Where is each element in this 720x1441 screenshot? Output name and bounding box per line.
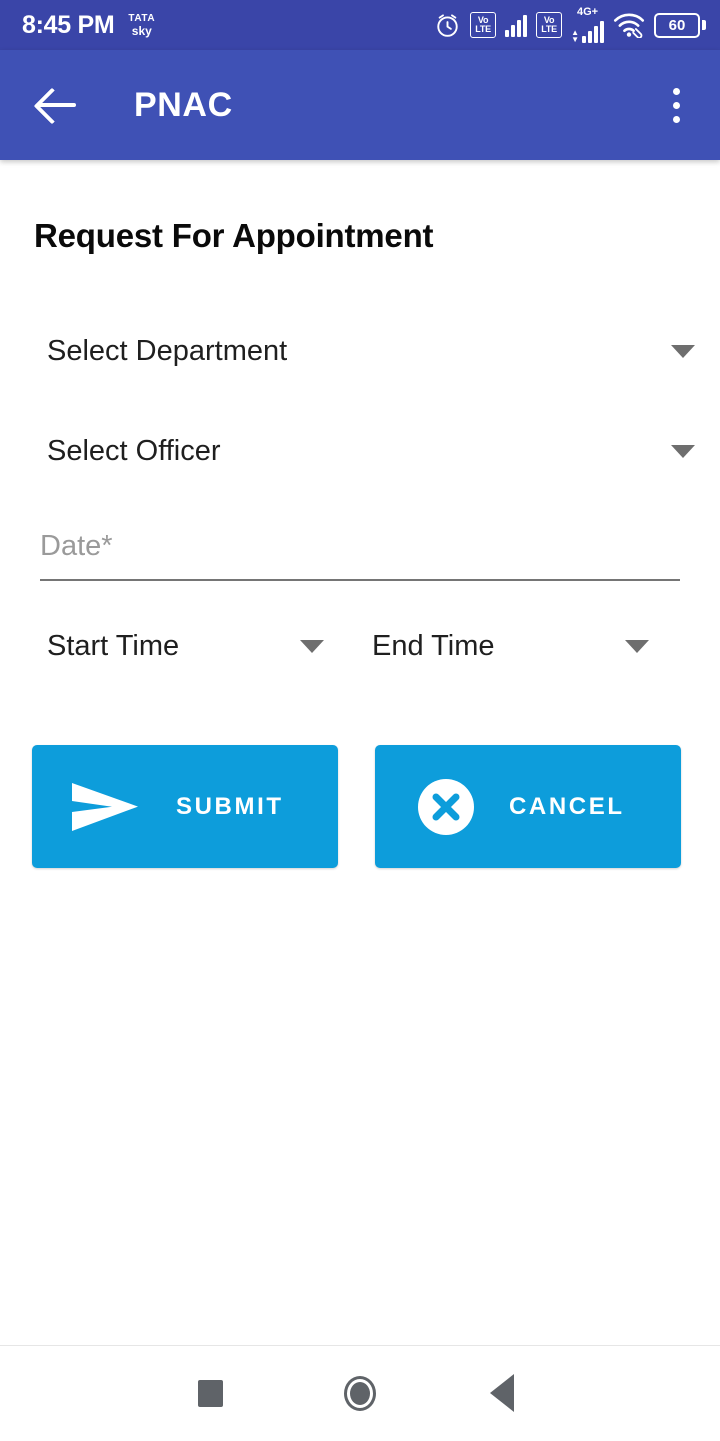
carrier-logo: TATA sky — [128, 12, 156, 38]
end-time-label: End Time — [372, 630, 495, 662]
select-department-label: Select Department — [47, 335, 288, 367]
chevron-down-icon — [671, 445, 695, 458]
battery-level-label: 60 — [654, 12, 700, 38]
recents-square-icon — [197, 1379, 223, 1407]
select-officer-spinner[interactable]: Select Officer — [47, 435, 695, 468]
field-row-date: Date* — [0, 530, 720, 581]
date-input-placeholder: Date* — [40, 530, 113, 562]
alarm-clock-icon — [434, 12, 461, 39]
start-time-spinner[interactable]: Start Time — [47, 630, 324, 663]
page-title: Request For Appointment — [34, 217, 434, 254]
recents-button[interactable] — [186, 1346, 234, 1441]
volte-sim2-line2: LTE — [541, 24, 557, 34]
cancel-button[interactable]: CANCEL — [375, 745, 681, 868]
status-bar-left: 8:45 PM TATA sky — [22, 11, 155, 40]
back-triangle-icon — [490, 1374, 514, 1412]
carrier-logo-line2: sky — [131, 23, 152, 38]
overflow-menu-icon[interactable] — [656, 81, 696, 129]
app-bar-title: PNAC — [134, 85, 233, 124]
end-time-spinner[interactable]: End Time — [372, 630, 649, 663]
field-row-times: Start Time End Time — [0, 630, 720, 663]
volte-sim1-line2: LTE — [475, 24, 491, 34]
send-icon — [68, 779, 142, 835]
status-bar-clock: 8:45 PM — [22, 10, 115, 39]
field-row-department: Select Department — [0, 335, 720, 368]
select-officer-label: Select Officer — [47, 435, 221, 467]
volte-icon-sim2: Vo LTE — [536, 12, 563, 38]
chevron-down-icon — [671, 345, 695, 358]
field-row-officer: Select Officer — [0, 435, 720, 468]
system-back-button[interactable] — [478, 1346, 526, 1441]
start-time-label: Start Time — [47, 630, 180, 662]
cancel-button-label: CANCEL — [509, 792, 625, 820]
chevron-down-icon — [625, 640, 649, 653]
main-content: Request For Appointment Select Departmen… — [0, 160, 720, 1345]
data-transfer-arrows-icon: ▲ ▼ — [571, 28, 579, 44]
network-type-label: 4G+ — [576, 6, 599, 18]
status-bar-right: Vo LTE Vo LTE 4G+ ▲ ▼ 60 — [434, 6, 706, 44]
action-buttons: SUBMIT CANCEL — [32, 745, 688, 868]
battery-cap — [702, 20, 706, 30]
system-navigation-bar — [0, 1345, 720, 1440]
date-input[interactable]: Date* — [40, 530, 680, 581]
select-department-spinner[interactable]: Select Department — [47, 335, 695, 368]
volte-icon-sim1: Vo LTE — [470, 12, 497, 38]
app-bar: PNAC — [0, 50, 720, 160]
signal-bars-sim1-icon — [505, 13, 528, 37]
submit-button[interactable]: SUBMIT — [32, 745, 338, 868]
battery-icon: 60 — [654, 12, 706, 38]
home-button[interactable] — [336, 1346, 384, 1441]
cancel-circle-icon — [417, 778, 475, 836]
carrier-logo-line1: TATA — [128, 12, 156, 24]
back-arrow-icon[interactable] — [34, 81, 82, 129]
wifi-icon — [613, 12, 645, 38]
chevron-down-icon — [300, 640, 324, 653]
home-circle-icon — [344, 1375, 376, 1411]
status-bar: 8:45 PM TATA sky Vo LTE Vo LTE 4G+ ▲ ▼ 6… — [0, 0, 720, 50]
signal-bars-sim2-icon: ▲ ▼ — [571, 19, 604, 44]
submit-button-label: SUBMIT — [176, 792, 284, 820]
network-type-icon: 4G+ ▲ ▼ — [571, 6, 604, 44]
